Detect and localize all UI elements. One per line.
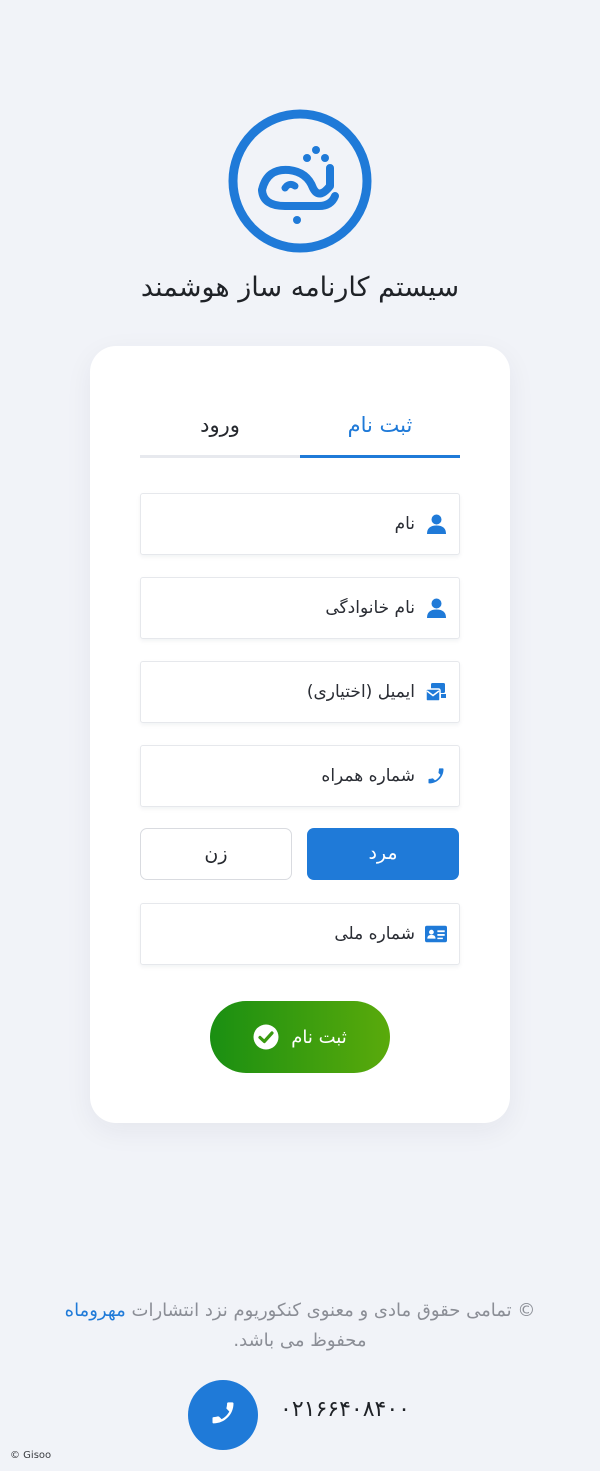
email-input[interactable] xyxy=(141,672,415,712)
phone-icon xyxy=(425,765,447,787)
id-card-icon xyxy=(425,923,447,945)
user-icon xyxy=(425,597,447,619)
copyright-text: © تمامی حقوق مادی و معنوی کنکوریوم نزد ا… xyxy=(30,1296,570,1356)
tab-register[interactable]: ثبت نام xyxy=(300,402,460,458)
register-submit-button[interactable]: ثبت نام xyxy=(210,1001,390,1073)
mail-icon xyxy=(425,681,447,703)
check-circle-icon xyxy=(253,1024,279,1050)
auth-tabs: ثبت نام ورود xyxy=(140,402,460,458)
last-name-input[interactable] xyxy=(141,588,415,628)
developer-credit: © Gisoo xyxy=(10,1450,52,1461)
tab-login[interactable]: ورود xyxy=(140,402,300,458)
submit-label: ثبت نام xyxy=(291,1026,347,1048)
phone-icon xyxy=(209,1399,237,1431)
mobile-input[interactable] xyxy=(141,756,415,796)
last-name-field xyxy=(140,577,460,639)
gender-female-button[interactable]: زن xyxy=(140,828,292,880)
user-icon xyxy=(425,513,447,535)
page: سیستم کارنامه ساز هوشمند ثبت نام ورود نا… xyxy=(0,0,600,1471)
mobile-field xyxy=(140,745,460,807)
first-name-field xyxy=(140,493,460,555)
copyright-suffix: محفوظ می باشد. xyxy=(233,1330,367,1351)
first-name-input[interactable] xyxy=(141,504,415,544)
call-button[interactable] xyxy=(188,1380,258,1450)
phone-number[interactable]: ۰۲۱۶۶۴۰۸۴۰۰ xyxy=(280,1397,410,1422)
brand-logo-icon xyxy=(227,108,373,254)
national-id-input[interactable] xyxy=(141,914,415,954)
app-title: سیستم کارنامه ساز هوشمند xyxy=(140,272,460,303)
email-field xyxy=(140,661,460,723)
national-id-field xyxy=(140,903,460,965)
gender-male-button[interactable]: مرد xyxy=(307,828,459,880)
publisher-link[interactable]: مهروماه xyxy=(65,1300,126,1321)
register-card: ثبت نام ورود نام نام خانوادگی ایمیل (اخت… xyxy=(90,346,510,1123)
copyright-main: © تمامی حقوق مادی و معنوی کنکوریوم نزد ا… xyxy=(131,1300,536,1321)
